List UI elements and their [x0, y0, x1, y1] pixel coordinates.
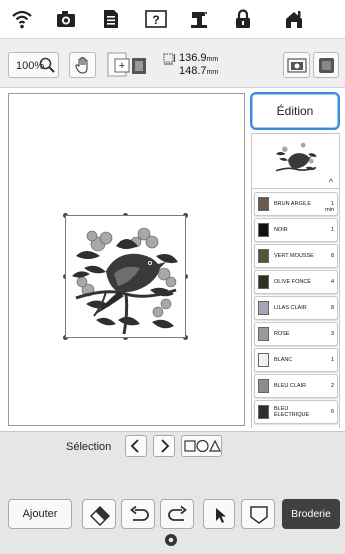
- thread-color-list[interactable]: BRUN ARGILE 1 min NOIR 1 VERT MOUSSE 8 OL…: [251, 189, 340, 428]
- hand-icon: [75, 57, 88, 74]
- thread-swatch: [258, 197, 269, 211]
- pattern-preview: ^: [251, 133, 340, 189]
- view-toolbar: 100% + 136.9mm 148.7mm: [0, 38, 345, 88]
- svg-text:?: ?: [152, 13, 159, 27]
- embroidery-pattern[interactable]: [65, 215, 186, 338]
- thread-name: BLEU ÉLECTRIQUE: [274, 406, 310, 418]
- thread-swatch: [258, 223, 269, 237]
- thread-swatch: [258, 301, 269, 315]
- lock-icon[interactable]: [231, 8, 255, 30]
- thread-swatch: [258, 353, 269, 367]
- thread-item[interactable]: OLIVE FONCÉ 4: [254, 270, 338, 294]
- chevron-left-icon: [130, 439, 139, 453]
- pattern-height: 148.7mm: [179, 65, 219, 77]
- selection-label: Sélection: [66, 441, 112, 453]
- thread-name: VERT MOUSSE: [274, 253, 314, 259]
- select-tool-button[interactable]: [203, 499, 235, 529]
- home-icon[interactable]: [282, 8, 306, 30]
- thread-stop-count: 3: [330, 331, 334, 337]
- thread-item[interactable]: BLEU ÉLECTRIQUE 6: [254, 400, 338, 424]
- chevron-right-icon: [161, 439, 170, 453]
- edition-button[interactable]: Édition: [250, 92, 340, 130]
- shapes-icon: [184, 439, 221, 453]
- thread-item[interactable]: BLEU CLAIR 2: [254, 374, 338, 398]
- scan-icon: [319, 58, 334, 73]
- thread-name: NOIR: [274, 227, 288, 233]
- pattern-width: 136.9mm: [179, 52, 219, 64]
- camera-view-button[interactable]: [283, 52, 310, 78]
- thread-name: LILAS CLAIR: [274, 305, 307, 311]
- shape-selection-button[interactable]: [181, 435, 222, 457]
- thread-swatch: [258, 249, 269, 263]
- pan-button[interactable]: [69, 52, 96, 78]
- cursor-arrow-icon: [216, 508, 226, 523]
- sewing-machine-icon[interactable]: [188, 8, 212, 30]
- svg-text:+: +: [119, 60, 125, 72]
- embroidery-canvas[interactable]: [8, 93, 245, 426]
- embroidery-frame-icon: +: [107, 52, 146, 77]
- eraser-button[interactable]: [82, 499, 116, 529]
- undo-button[interactable]: [121, 499, 155, 529]
- thread-stop-count: 1: [330, 357, 334, 363]
- redo-button[interactable]: [160, 499, 194, 529]
- thread-stop-count: 6: [330, 409, 334, 415]
- thread-item[interactable]: LILAS CLAIR 8: [254, 296, 338, 320]
- frame-display-button[interactable]: +: [106, 52, 150, 78]
- thread-name: ROSE: [274, 331, 290, 337]
- add-button[interactable]: Ajouter: [8, 499, 72, 529]
- top-mode-bar: ?: [0, 0, 345, 38]
- thread-item[interactable]: VERT MOUSSE 8: [254, 244, 338, 268]
- shield-shape-icon: [250, 506, 268, 524]
- document-icon[interactable]: [99, 8, 123, 30]
- thread-stop-count: 4: [330, 279, 334, 285]
- thread-item[interactable]: BRUN ARGILE 1 min: [254, 192, 338, 216]
- size-icon: [163, 53, 175, 65]
- thread-stop-count: 1 min: [325, 201, 334, 213]
- help-icon[interactable]: ?: [144, 8, 168, 30]
- select-next-button[interactable]: [153, 435, 175, 457]
- embroidery-button[interactable]: Broderie: [282, 499, 340, 529]
- thread-swatch: [258, 327, 269, 341]
- select-previous-button[interactable]: [125, 435, 147, 457]
- thread-item[interactable]: BLANC 1: [254, 348, 338, 372]
- chevron-up-icon[interactable]: ^: [329, 177, 333, 187]
- thread-item[interactable]: NOIR 1: [254, 218, 338, 242]
- thread-stop-count: 1: [330, 227, 334, 233]
- thread-name: BLEU CLAIR: [274, 383, 307, 389]
- thread-name: OLIVE FONCÉ: [274, 279, 311, 285]
- redo-icon: [168, 505, 187, 521]
- eraser-icon: [89, 505, 111, 526]
- camera-icon[interactable]: [54, 8, 78, 30]
- thread-stop-count: 8: [330, 253, 334, 259]
- shape-tool-button[interactable]: [241, 499, 275, 529]
- pattern-thumbnail: [275, 142, 317, 172]
- thread-stop-count: 8: [330, 305, 334, 311]
- thread-name: BLANC: [274, 357, 293, 363]
- thread-swatch: [258, 275, 269, 289]
- wireless-icon[interactable]: [10, 8, 34, 30]
- undo-icon: [130, 505, 149, 521]
- thread-item[interactable]: ROSE 3: [254, 322, 338, 346]
- magnifier-icon: [39, 57, 55, 73]
- bird-on-branch-illustration: [72, 227, 178, 335]
- pattern-size-readout: 136.9mm 148.7mm: [163, 52, 243, 80]
- thread-stop-count: 2: [330, 383, 334, 389]
- thread-swatch: [258, 405, 269, 419]
- background-scan-button[interactable]: [313, 52, 339, 78]
- camera-icon: [287, 58, 307, 73]
- gear-icon[interactable]: [164, 533, 178, 547]
- zoom-button[interactable]: 100%: [8, 52, 59, 78]
- thread-swatch: [258, 379, 269, 393]
- thread-name: BRUN ARGILE: [274, 201, 311, 207]
